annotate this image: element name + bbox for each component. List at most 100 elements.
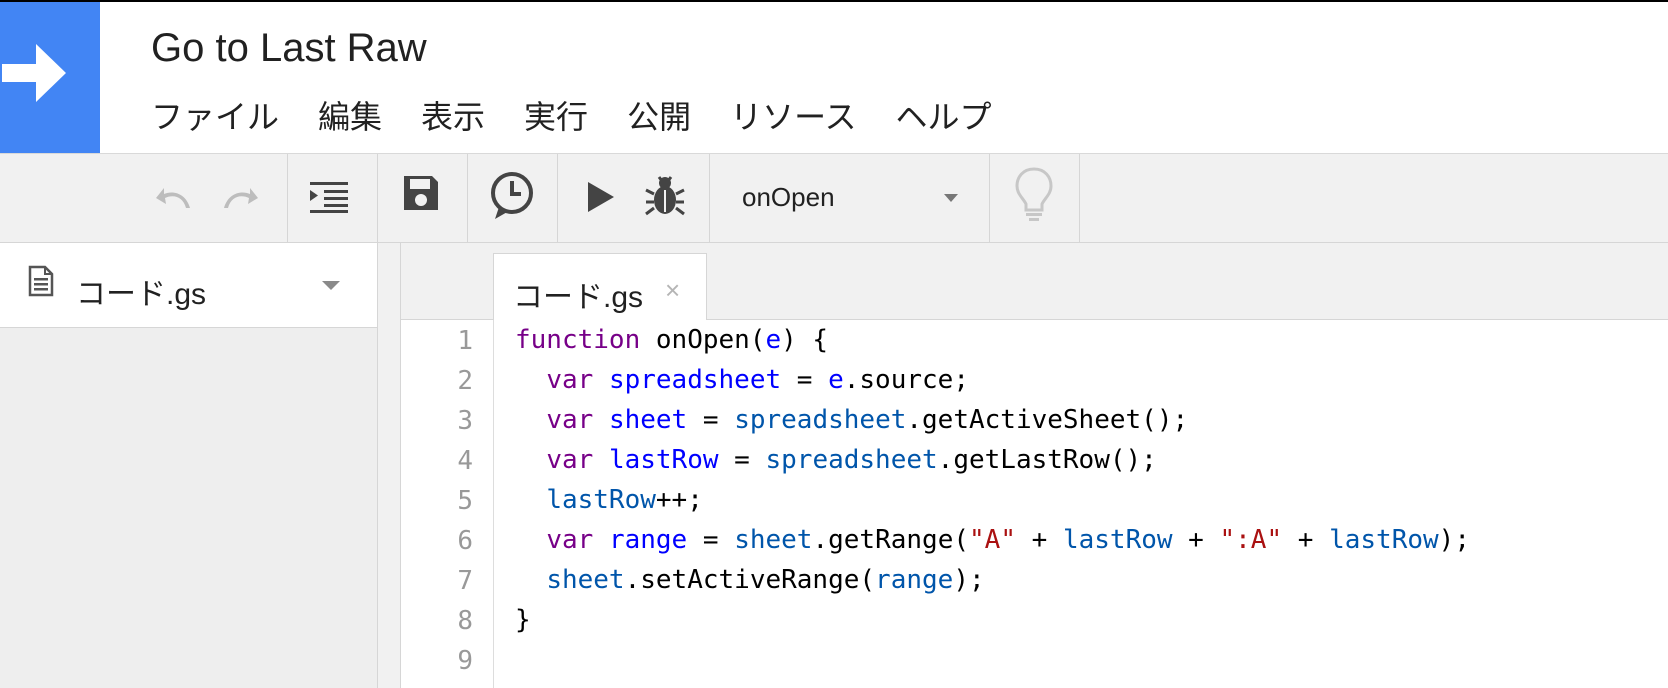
code-token: spreadsheet [734, 405, 907, 435]
line-number: 4 [457, 446, 473, 476]
code-token: = [687, 405, 735, 435]
code-line[interactable]: var sheet = spreadsheet.getActiveSheet()… [515, 400, 1188, 440]
code-token: var [546, 365, 594, 395]
code-token: .getRange( [812, 525, 970, 555]
code-editor[interactable]: 1 2 3 4 5 6 7 8 9 function onOpen(e) { v… [401, 320, 1668, 688]
code-token: } [515, 605, 531, 635]
menu-file[interactable]: ファイル [151, 97, 279, 137]
lightbulb-icon[interactable] [1014, 166, 1054, 229]
toolbar-group-triggers [468, 154, 558, 242]
line-number: 1 [457, 326, 473, 356]
toolbar: onOpen [0, 154, 1668, 243]
code-line[interactable]: function onOpen(e) { [515, 320, 828, 360]
line-number: 9 [457, 646, 473, 676]
code-token: .source; [843, 365, 969, 395]
code-token: var [546, 445, 594, 475]
apps-script-logo[interactable] [0, 2, 100, 153]
line-number-gutter: 1 2 3 4 5 6 7 8 9 [401, 320, 494, 688]
code-token: onOpen( [640, 325, 766, 355]
code-token: .getLastRow(); [937, 445, 1157, 475]
code-token: + [1172, 525, 1220, 555]
code-token: lastRow [1329, 525, 1439, 555]
code-line[interactable]: sheet.setActiveRange(range); [515, 560, 985, 600]
code-token: spreadsheet [765, 445, 938, 475]
code-token: e [765, 325, 782, 355]
menu-view[interactable]: 表示 [421, 97, 485, 137]
code-token: = [687, 525, 735, 555]
menu-run[interactable]: 実行 [524, 97, 588, 137]
function-select[interactable]: onOpen [742, 182, 835, 213]
code-token: ); [953, 565, 985, 595]
debug-icon[interactable] [644, 174, 686, 223]
code-token: .getActiveSheet(); [906, 405, 1189, 435]
toolbar-group-run [558, 154, 710, 242]
indent-icon[interactable] [310, 180, 350, 219]
code-token: function [515, 325, 641, 355]
file-sidebar: コード.gs [0, 243, 378, 688]
sidebar-divider[interactable] [378, 243, 401, 688]
menu-help[interactable]: ヘルプ [895, 97, 991, 137]
code-token: range [875, 565, 954, 595]
close-icon[interactable]: × [665, 275, 680, 306]
line-number: 5 [457, 486, 473, 516]
toolbar-group-history [0, 154, 288, 242]
code-token: ); [1438, 525, 1470, 555]
toolbar-group-save [378, 154, 468, 242]
code-token: = [718, 445, 766, 475]
code-token: + [1282, 525, 1330, 555]
code-token: ":A" [1219, 525, 1283, 555]
code-token: sheet [734, 525, 813, 555]
arrow-right-icon [2, 44, 66, 102]
code-line[interactable]: var range = sheet.getRange("A" + lastRow… [515, 520, 1470, 560]
save-icon[interactable] [402, 174, 440, 217]
code-token: .setActiveRange( [624, 565, 876, 595]
function-select-chevron-down-icon[interactable] [944, 194, 958, 202]
toolbar-group-format [288, 154, 378, 242]
line-number: 6 [457, 526, 473, 556]
code-token: var [546, 405, 594, 435]
code-line[interactable]: var lastRow = spreadsheet.getLastRow(); [515, 440, 1157, 480]
code-token: lastRow [608, 445, 719, 475]
tab-label: コード.gs [513, 281, 644, 314]
code-token: var [546, 525, 594, 555]
line-number: 7 [457, 566, 473, 596]
file-item[interactable]: コード.gs [0, 243, 377, 328]
header: Go to Last Raw ファイル 編集 表示 実行 公開 リソース ヘルプ [0, 2, 1668, 154]
code-line[interactable]: var spreadsheet = e.source; [515, 360, 969, 400]
document-icon [28, 265, 54, 302]
menu-edit[interactable]: 編集 [318, 97, 382, 137]
code-token: ) { [781, 325, 829, 355]
code-token: range [608, 525, 688, 555]
redo-icon[interactable] [220, 180, 260, 219]
tab-code-gs[interactable]: コード.gs × [493, 253, 707, 321]
timer-trigger-icon[interactable] [489, 171, 535, 226]
line-number: 2 [457, 366, 473, 396]
file-name: コード.gs [76, 278, 207, 311]
project-title[interactable]: Go to Last Raw [151, 26, 427, 71]
code-token: sheet [546, 565, 625, 595]
menu-publish[interactable]: 公開 [627, 97, 691, 137]
menubar: ファイル 編集 表示 実行 公開 リソース ヘルプ [151, 97, 1031, 137]
run-icon[interactable] [586, 180, 616, 219]
line-number: 8 [457, 606, 473, 636]
code-token: lastRow [1062, 525, 1173, 555]
code-line[interactable]: lastRow++; [515, 480, 703, 520]
code-token: ++; [655, 485, 703, 515]
code-line[interactable]: } [515, 600, 531, 640]
file-menu-chevron-down-icon[interactable] [322, 281, 340, 290]
menu-resources[interactable]: リソース [730, 97, 856, 137]
toolbar-group-help [990, 154, 1080, 242]
undo-icon[interactable] [154, 180, 194, 219]
code-token: spreadsheet [608, 365, 782, 395]
editor-tabbar: コード.gs × [401, 243, 1668, 321]
code-token: = [781, 365, 829, 395]
code-token: e [828, 365, 844, 395]
